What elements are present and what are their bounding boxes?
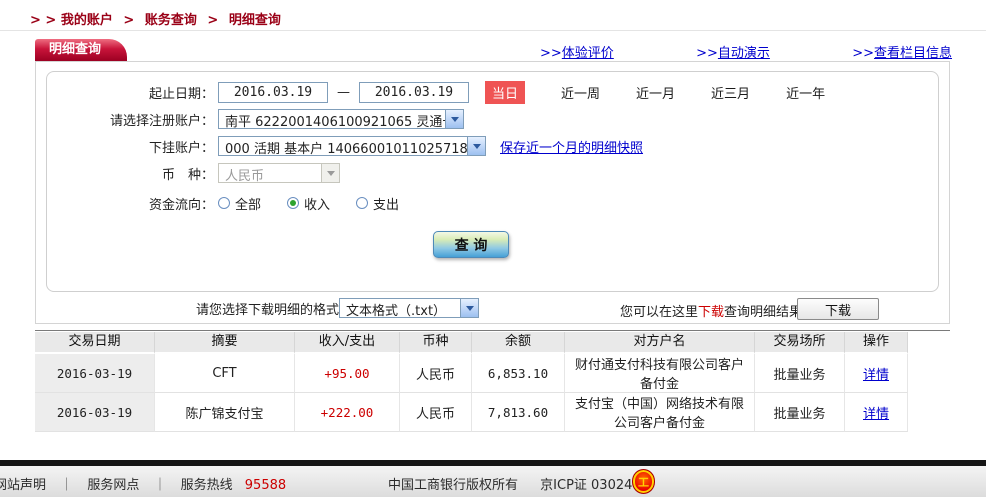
radio-icon bbox=[218, 197, 230, 209]
radio-icon bbox=[356, 197, 368, 209]
chevron-down-icon bbox=[445, 110, 463, 128]
currency-row: 币 种： 人民币 bbox=[46, 162, 340, 184]
link-prefix: >> bbox=[540, 46, 562, 61]
tab-detail-query[interactable]: 明细查询 bbox=[35, 39, 127, 61]
quick-range-today[interactable]: 当日 bbox=[485, 81, 525, 104]
hotline-number: 95588 bbox=[245, 478, 286, 493]
detail-query-page: { "breadcrumb": { "prefix": "> >", "sepa… bbox=[0, 0, 986, 497]
link-experience-review[interactable]: >>体验评价 bbox=[540, 42, 614, 61]
chevron-down-icon bbox=[321, 164, 339, 182]
download-format-group: 请您选择下载明细的格式 文本格式（.txt） bbox=[196, 298, 479, 318]
footer-link-service-outlets[interactable]: 服务网点 bbox=[87, 478, 139, 493]
quick-range-month[interactable]: 近一月 bbox=[636, 83, 675, 102]
query-button[interactable]: 查 询 bbox=[433, 231, 509, 258]
save-snapshot-link[interactable]: 保存近一个月的明细快照 bbox=[500, 137, 643, 156]
flow-radio-all[interactable]: 全部 bbox=[218, 194, 261, 213]
footer: 网站声明 ｜ 服务网点 ｜ 服务热线 95588 中国工商银行版权所有 京ICP… bbox=[0, 466, 986, 497]
radio-checked-icon bbox=[287, 197, 299, 209]
breadcrumb-item-account-query[interactable]: 账务查询 bbox=[145, 13, 197, 28]
cell-amount: +222.00 bbox=[295, 393, 400, 432]
col-header-summary: 摘要 bbox=[155, 332, 295, 354]
top-links: >>体验评价 >>自动演示 >>查看栏目信息 bbox=[540, 42, 952, 61]
cell-amount: +95.00 bbox=[295, 354, 400, 393]
breadcrumb: > > 我的账户 > 账务查询 > 明细查询 bbox=[30, 9, 281, 28]
detail-link[interactable]: 详情 bbox=[863, 364, 889, 383]
cell-summary: CFT bbox=[155, 354, 295, 393]
fund-flow-label: 资金流向： bbox=[46, 194, 214, 213]
breadcrumb-prefix: > > bbox=[30, 13, 56, 28]
chevron-down-icon bbox=[467, 137, 485, 155]
download-hint: 您可以在这里下载查询明细结果 bbox=[620, 301, 802, 320]
date-dash: — bbox=[337, 85, 350, 100]
link-auto-demo[interactable]: >>自动演示 bbox=[696, 42, 770, 61]
flow-radio-expense[interactable]: 支出 bbox=[356, 194, 399, 213]
quick-range-quarter[interactable]: 近三月 bbox=[711, 83, 750, 102]
quick-range-year[interactable]: 近一年 bbox=[786, 83, 825, 102]
cell-counterparty: 支付宝（中国）网络技术有限公司客户备付金 bbox=[565, 393, 755, 432]
currency-select: 人民币 bbox=[218, 163, 340, 183]
flow-radio-income[interactable]: 收入 bbox=[287, 194, 330, 213]
cell-currency: 人民币 bbox=[400, 393, 472, 432]
col-header-amount: 收入/支出 bbox=[295, 332, 400, 354]
hotline-label: 服务热线 bbox=[181, 478, 233, 493]
date-range-row: 起止日期： — 当日 近一周 近一月 近三月 近一年 bbox=[46, 81, 825, 103]
footer-copyright: 中国工商银行版权所有 京ICP证 030247号 bbox=[388, 474, 654, 493]
col-header-currency: 币种 bbox=[400, 332, 472, 354]
col-header-balance: 余额 bbox=[472, 332, 565, 354]
cell-date: 2016-03-19 bbox=[35, 354, 155, 393]
register-account-select[interactable]: 南平 6222001406100921065 灵通卡 bbox=[218, 109, 464, 129]
register-account-label: 请选择注册账户： bbox=[46, 110, 214, 129]
download-inline-link[interactable]: 下载 bbox=[698, 305, 724, 320]
link-prefix: >> bbox=[852, 46, 874, 61]
breadcrumb-item-detail-query[interactable]: 明细查询 bbox=[229, 13, 281, 28]
footer-links: 网站声明 ｜ 服务网点 ｜ 服务热线 95588 bbox=[0, 474, 286, 493]
currency-label: 币 种： bbox=[46, 164, 214, 183]
transaction-table: 交易日期 摘要 收入/支出 币种 余额 对方户名 交易场所 操作 2016-03… bbox=[35, 332, 908, 432]
col-header-counterparty: 对方户名 bbox=[565, 332, 755, 354]
table-top-border bbox=[35, 330, 950, 331]
date-to-input[interactable] bbox=[359, 82, 469, 103]
breadcrumb-separator: > bbox=[207, 13, 218, 28]
cell-action: 详情 bbox=[845, 354, 908, 393]
date-range-label: 起止日期： bbox=[46, 83, 214, 102]
date-from-input[interactable] bbox=[218, 82, 328, 103]
register-account-row: 请选择注册账户： 南平 6222001406100921065 灵通卡 bbox=[46, 108, 464, 130]
tab-title: 明细查询 bbox=[49, 42, 101, 57]
download-format-select[interactable]: 文本格式（.txt） bbox=[339, 298, 479, 318]
link-view-column-info[interactable]: >>查看栏目信息 bbox=[852, 42, 952, 61]
chevron-down-icon bbox=[460, 299, 478, 317]
detail-link[interactable]: 详情 bbox=[863, 403, 889, 422]
col-header-date: 交易日期 bbox=[35, 332, 155, 354]
quick-range-week[interactable]: 近一周 bbox=[561, 83, 600, 102]
cell-action: 详情 bbox=[845, 393, 908, 432]
col-header-venue: 交易场所 bbox=[755, 332, 845, 354]
sub-account-label: 下挂账户： bbox=[46, 137, 214, 156]
cell-venue: 批量业务 bbox=[755, 393, 845, 432]
cell-currency: 人民币 bbox=[400, 354, 472, 393]
col-header-action: 操作 bbox=[845, 332, 908, 354]
link-prefix: >> bbox=[696, 46, 718, 61]
cell-date: 2016-03-19 bbox=[35, 393, 155, 432]
cell-balance: 7,813.60 bbox=[472, 393, 565, 432]
cell-venue: 批量业务 bbox=[755, 354, 845, 393]
breadcrumb-divider bbox=[0, 30, 986, 31]
icbc-logo-icon: 工 bbox=[632, 469, 655, 494]
download-format-label: 请您选择下载明细的格式 bbox=[196, 299, 339, 318]
sub-account-row: 下挂账户： 000 活期 基本户 1406600101102571848 保存近… bbox=[46, 135, 643, 157]
fund-flow-row: 资金流向： 全部 收入 支出 bbox=[46, 192, 425, 214]
download-button[interactable]: 下载 bbox=[797, 298, 879, 320]
breadcrumb-item-my-account[interactable]: 我的账户 bbox=[61, 13, 113, 28]
cell-summary: 陈广锦支付宝 bbox=[155, 393, 295, 432]
sub-account-select[interactable]: 000 活期 基本户 1406600101102571848 bbox=[218, 136, 486, 156]
cell-balance: 6,853.10 bbox=[472, 354, 565, 393]
footer-link-site-statement[interactable]: 网站声明 bbox=[0, 478, 46, 493]
cell-counterparty: 财付通支付科技有限公司客户备付金 bbox=[565, 354, 755, 393]
breadcrumb-separator: > bbox=[123, 13, 134, 28]
